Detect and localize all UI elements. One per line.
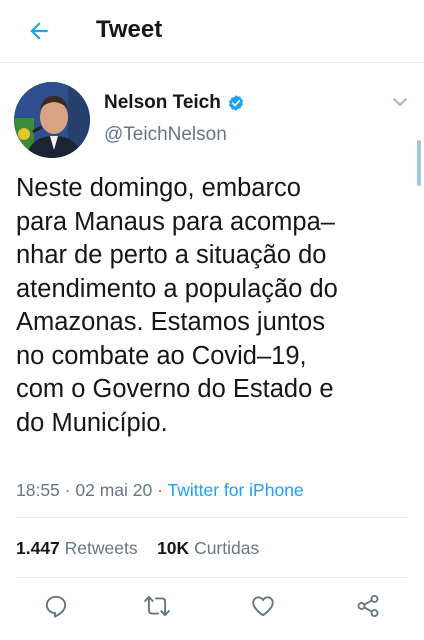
verified-badge-icon: [228, 95, 243, 111]
author-name[interactable]: Nelson Teich: [104, 91, 221, 115]
divider: [16, 577, 408, 578]
author-handle[interactable]: @TeichNelson: [104, 123, 227, 147]
retweets-stat[interactable]: 1.447 Retweets: [16, 538, 138, 558]
top-bar: Tweet: [0, 0, 424, 63]
tweet-text: Neste domingo, embarco para Manaus para …: [16, 174, 338, 437]
meta-separator: ·: [64, 480, 71, 500]
retweet-icon: [144, 595, 170, 617]
page-title: Tweet: [96, 16, 163, 43]
like-icon: [252, 596, 274, 617]
retweet-button[interactable]: [141, 590, 173, 622]
share-button[interactable]: [352, 590, 384, 622]
chevron-down-icon: [393, 98, 407, 106]
profile-photo: [14, 82, 90, 158]
action-bar: [0, 590, 424, 630]
retweets-count: 1.447: [16, 538, 60, 558]
tweet-date: 02 mai 20: [75, 480, 153, 500]
more-options-button[interactable]: [390, 92, 410, 112]
divider: [16, 517, 408, 518]
tweet-stats: 1.447 Retweets 10K Curtidas: [16, 536, 259, 560]
back-arrow-icon: [30, 22, 48, 40]
tweet-time: 18:55: [16, 480, 60, 500]
scrollbar[interactable]: [417, 140, 421, 186]
likes-label: Curtidas: [194, 538, 260, 558]
meta-separator: ·: [157, 480, 163, 500]
tweet-source-link[interactable]: Twitter for iPhone: [167, 480, 303, 500]
back-button[interactable]: [22, 14, 56, 48]
retweets-label: Retweets: [64, 538, 138, 558]
share-icon: [357, 595, 379, 617]
tweet-meta: 18:55 · 02 mai 20 · Twitter for iPhone: [16, 478, 304, 502]
likes-count: 10K: [157, 538, 190, 558]
reply-icon: [45, 595, 67, 618]
like-button[interactable]: [247, 590, 279, 622]
avatar[interactable]: [14, 82, 90, 158]
reply-button[interactable]: [40, 590, 72, 622]
likes-stat[interactable]: 10K Curtidas: [157, 538, 259, 558]
author-row[interactable]: Nelson Teich: [104, 91, 245, 115]
